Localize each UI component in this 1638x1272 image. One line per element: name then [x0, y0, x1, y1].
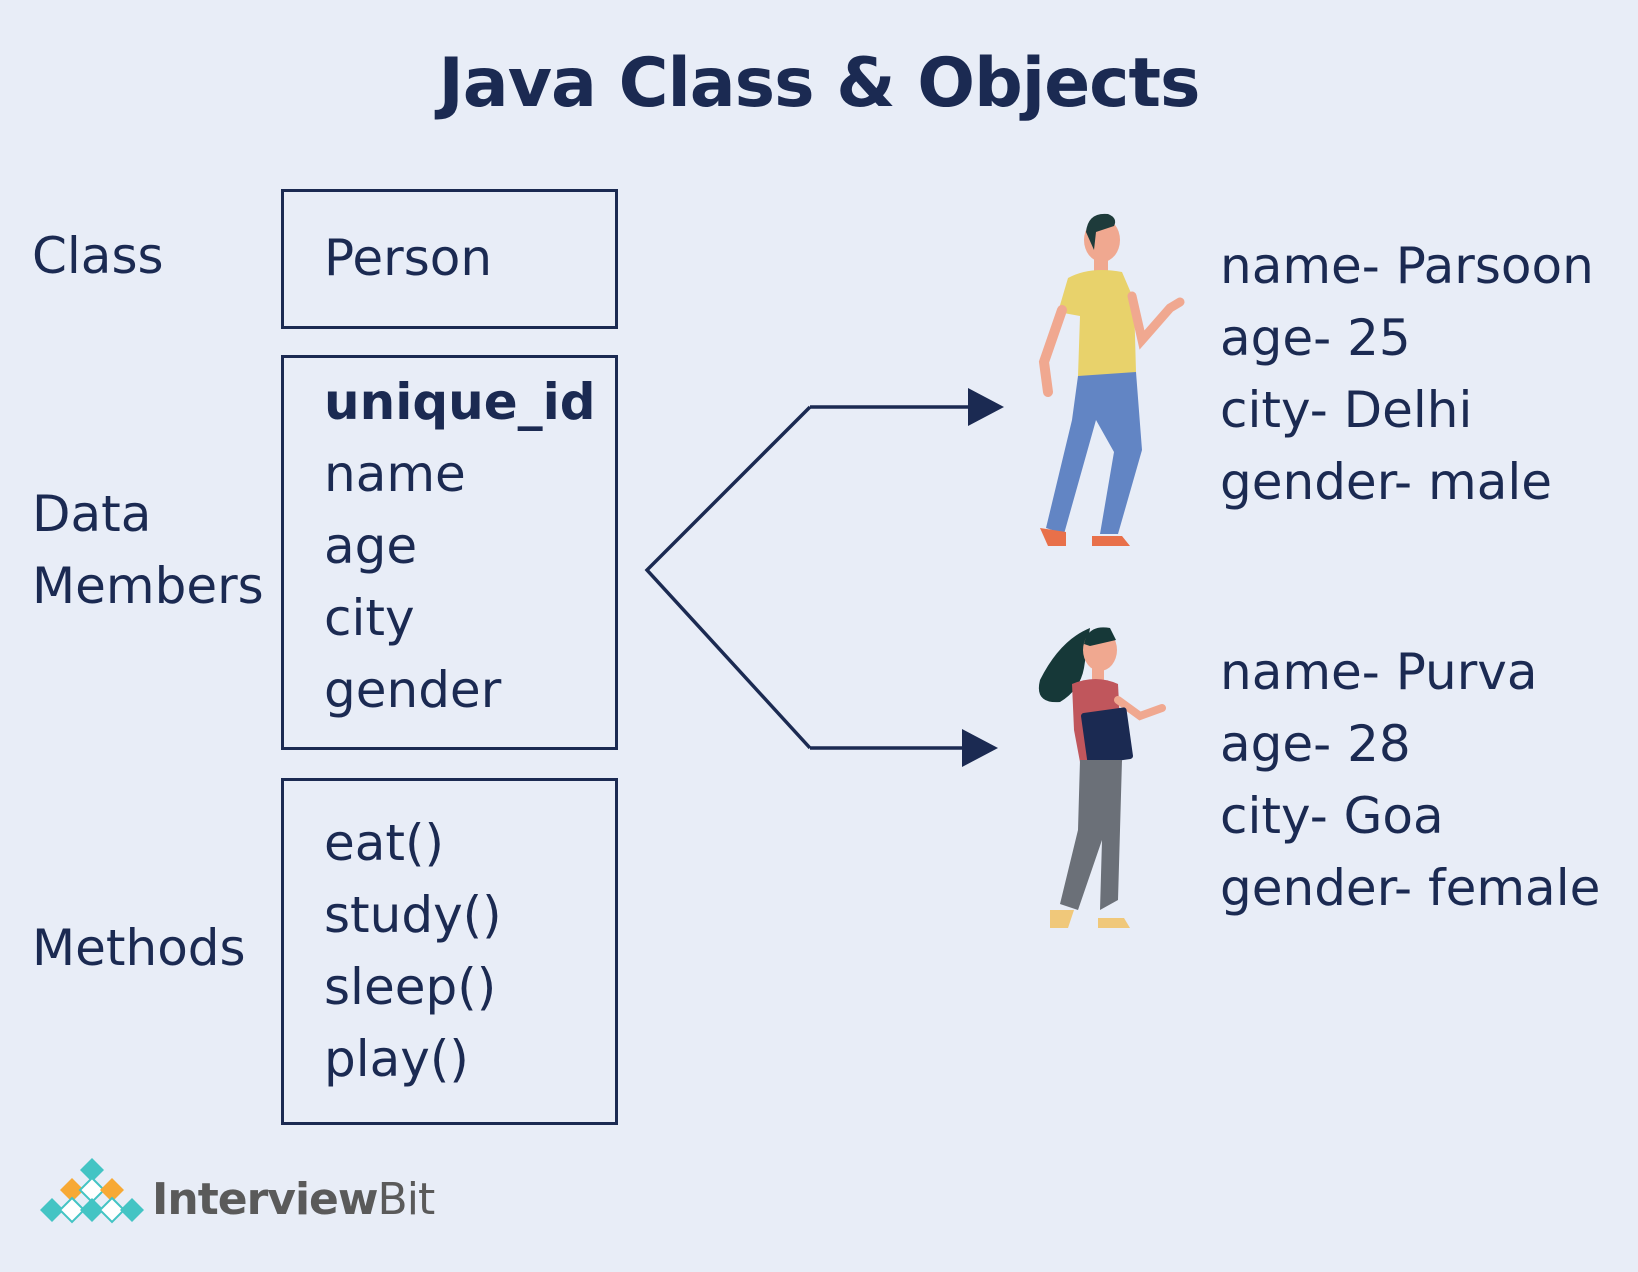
arrowhead-top — [968, 388, 1004, 426]
logo-mark-icon — [40, 1158, 144, 1224]
object-2-gender: gender- female — [1220, 859, 1601, 917]
branch-arrows — [644, 405, 975, 750]
object-1-gender: gender- male — [1220, 453, 1552, 511]
object-1-name: name- Parsoon — [1220, 237, 1594, 295]
object-2-name: name- Purva — [1220, 643, 1538, 701]
woman-figure — [1038, 627, 1166, 928]
logo-text-interview: Interview — [152, 1174, 379, 1225]
object-1-city: city- Delhi — [1220, 381, 1473, 439]
man-figure — [1038, 213, 1185, 546]
object-1-age: age- 25 — [1220, 309, 1411, 367]
object-2-city: city- Goa — [1220, 787, 1444, 845]
object-2-age: age- 28 — [1220, 715, 1411, 773]
arrowhead-bottom — [962, 729, 998, 767]
logo-text-bit: Bit — [377, 1174, 436, 1225]
object-1-attributes: name- Parsoon age- 25 city- Delhi gender… — [1220, 230, 1594, 518]
arrow-to-object-1 — [644, 405, 812, 750]
logo: InterviewBit — [152, 1174, 436, 1225]
object-2-attributes: name- Purva age- 28 city- Goa gender- fe… — [1220, 636, 1600, 924]
